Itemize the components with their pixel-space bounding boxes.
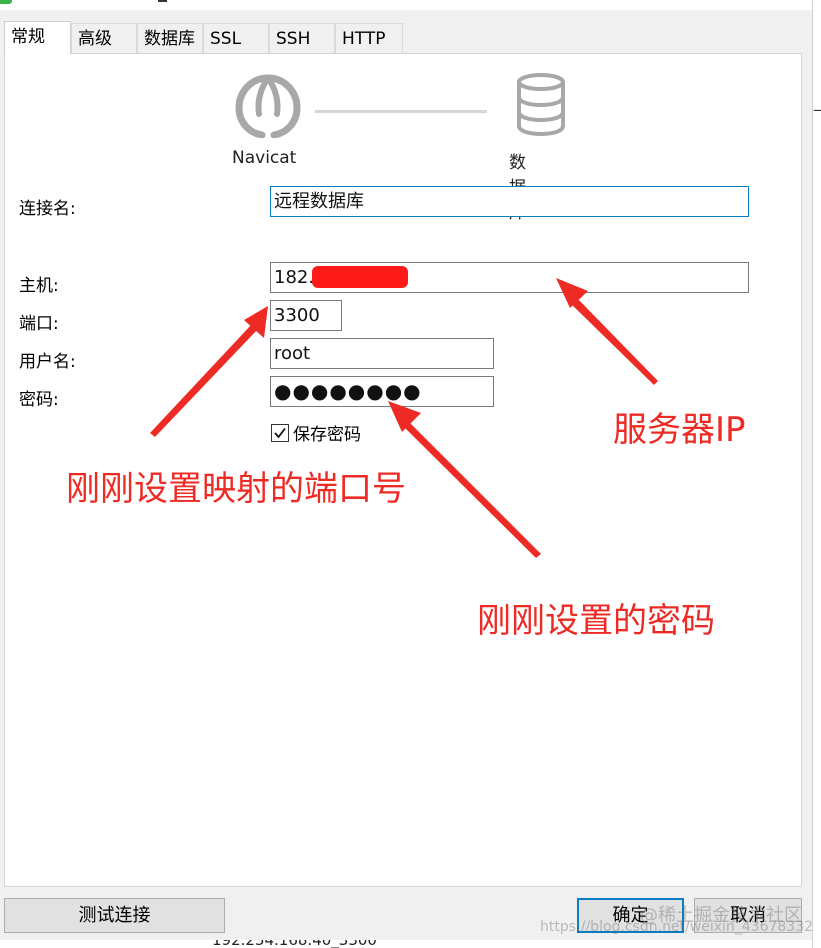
redaction-mark	[312, 265, 409, 288]
password-input[interactable]: ●●●●●●●●	[270, 376, 494, 407]
navicat-logo-icon	[235, 74, 301, 138]
save-password-row[interactable]: 保存密码	[271, 420, 361, 445]
tab-http[interactable]: HTTP	[335, 23, 403, 54]
annotation-server-ip: 服务器IP	[613, 410, 746, 450]
host-input[interactable]: 182.	[270, 262, 749, 293]
connection-dialog: 常规 高级 数据库 SSL SSH HTTP Navicat 数据库 连接名	[0, 0, 814, 948]
save-password-checkbox[interactable]	[271, 423, 289, 442]
connection-line	[315, 110, 487, 113]
port-label: 端口:	[19, 314, 59, 334]
username-input[interactable]: root	[270, 338, 494, 369]
username-label: 用户名:	[19, 352, 76, 372]
annotation-port-note: 刚刚设置映射的端口号	[66, 469, 406, 509]
save-password-label: 保存密码	[293, 425, 361, 445]
password-label: 密码:	[19, 390, 59, 410]
navicat-label: Navicat	[232, 148, 297, 168]
tab-advanced[interactable]: 高级	[71, 23, 137, 54]
tab-general[interactable]: 常规	[4, 21, 71, 54]
tab-bar: 常规 高级 数据库 SSL SSH HTTP	[4, 21, 403, 54]
tab-ssh[interactable]: SSH	[269, 23, 335, 54]
connection-name-input[interactable]: 远程数据库	[270, 186, 749, 217]
checkmark-icon	[274, 427, 286, 438]
tab-databases[interactable]: 数据库	[137, 23, 203, 54]
title-bar	[0, 0, 812, 10]
database-icon	[517, 73, 565, 136]
connection-name-label: 连接名:	[19, 199, 76, 219]
background-window-fragment: 192.254.168.40_3300	[0, 940, 812, 948]
host-label: 主机:	[19, 276, 59, 296]
url-watermark: https://blog.csdn.net/weixin_43678332	[540, 919, 814, 935]
app-icon	[0, 0, 12, 4]
test-connection-button[interactable]: 测试连接	[4, 898, 225, 933]
port-input[interactable]: 3300	[270, 300, 342, 331]
title-fragment	[158, 0, 167, 2]
host-value: 182.	[274, 267, 315, 288]
tab-ssl[interactable]: SSL	[203, 23, 269, 54]
annotation-password-note: 刚刚设置的密码	[477, 601, 715, 641]
edge-text-fragment: —	[813, 100, 821, 119]
background-window-edge: —	[812, 0, 821, 948]
background-fragment-text: 192.254.168.40_3300	[212, 940, 377, 948]
